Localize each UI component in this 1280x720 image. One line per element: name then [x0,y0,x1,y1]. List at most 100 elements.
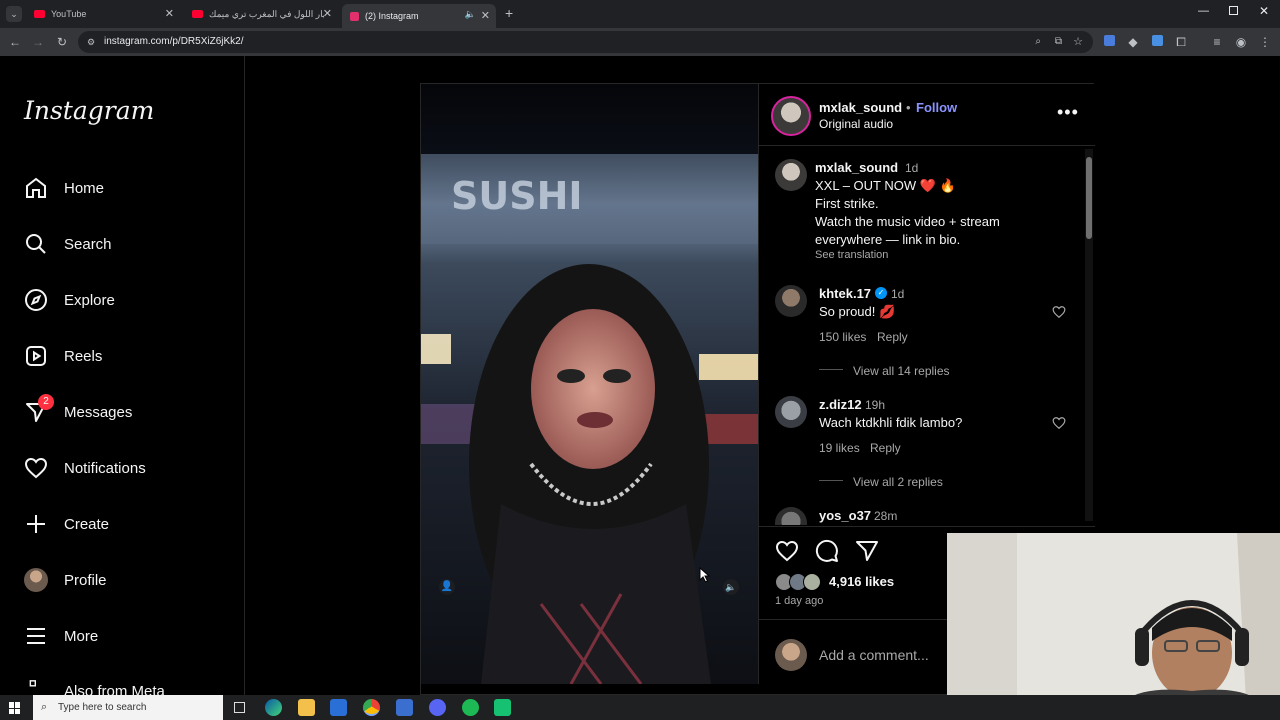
compass-icon [25,289,47,311]
comment-time: 19h [865,398,886,412]
edge-icon[interactable] [265,699,282,716]
nav-profile[interactable]: Profile [24,566,107,594]
nav-label: Explore [64,291,115,309]
diamond-extension-icon[interactable]: ◆ [1125,34,1141,50]
comment-username[interactable]: z.diz12 [819,397,862,412]
comments-scrollbar[interactable] [1085,149,1093,521]
restore-button[interactable] [1229,6,1238,15]
messenger-icon: 2 [24,394,54,424]
nav-reels[interactable]: Reels [24,342,102,370]
site-info-icon[interactable]: ⚙ [87,31,95,53]
app-icon[interactable] [396,699,413,716]
like-comment-icon[interactable] [1052,416,1066,430]
nav-label: More [64,627,99,645]
bookmark-star-icon[interactable]: ☆ [1073,31,1083,53]
comment-icon[interactable] [815,539,839,563]
comment-time: 28m [874,509,898,523]
nav-messages[interactable]: 2 Messages [24,394,132,426]
instagram-favicon-icon [350,11,359,21]
liked-by-avatars[interactable] [775,573,827,591]
add-comment-input[interactable]: Add a comment... [819,647,929,663]
chrome-icon[interactable] [363,699,380,716]
likes-count[interactable]: 4,916 likes [829,574,894,589]
user-tag-icon[interactable]: 👤 [439,579,455,595]
reload-icon[interactable]: ↻ [54,34,70,50]
nav-home[interactable]: Home [24,174,104,202]
instagram-logo[interactable]: Instagram [24,96,154,125]
reel-video[interactable]: SUSHI 👤 🔈 [421,84,758,684]
share-icon[interactable] [855,539,879,563]
tab-search-button[interactable]: ⌄ [6,6,22,22]
zoom-icon[interactable]: ⌕ [1035,31,1041,53]
menu-icon [27,628,45,644]
reply-button[interactable]: Reply [877,330,908,344]
nav-explore[interactable]: Explore [24,286,115,314]
close-icon[interactable]: ✕ [323,7,332,20]
nav-notifications[interactable]: Notifications [24,454,146,482]
reply-button[interactable]: Reply [870,441,901,455]
screen-extension-icon[interactable] [1149,34,1165,50]
view-replies-button[interactable]: View all 2 replies [853,475,943,489]
nav-label: Profile [64,571,107,589]
comment-likes[interactable]: 19 likes [819,441,860,455]
spotify-icon[interactable] [462,699,479,716]
nav-label: Notifications [64,459,146,477]
back-icon[interactable]: ← [7,34,23,50]
author-avatar[interactable] [771,96,811,136]
taskbar-search-placeholder: Type here to search [58,702,147,713]
speaker-icon[interactable]: 🔈 [465,9,476,20]
view-replies-button[interactable]: View all 14 replies [853,364,950,378]
minimize-button[interactable]: — [1198,5,1209,17]
more-options-icon[interactable]: ••• [1057,102,1079,123]
comment-username[interactable]: yos_o37 [819,508,871,523]
like-comment-icon[interactable] [1052,305,1066,319]
original-audio-link[interactable]: Original audio [819,117,893,131]
close-window-button[interactable]: ✕ [1259,4,1269,18]
comment-avatar[interactable] [775,396,807,428]
nav-create[interactable]: Create [24,510,109,538]
reels-icon [26,346,46,366]
heart-icon [24,457,48,479]
profile-icon[interactable]: ◉ [1233,34,1249,50]
comment-avatar[interactable] [775,507,807,525]
scrollbar-thumb[interactable] [1086,157,1092,239]
extensions-puzzle-icon[interactable]: ⧠ [1173,34,1189,50]
close-icon[interactable]: ✕ [481,9,490,22]
file-explorer-icon[interactable] [298,699,315,716]
post-date[interactable]: 1 day ago [775,595,823,607]
like-icon[interactable] [775,539,799,563]
close-icon[interactable]: ✕ [165,7,174,20]
verified-badge-icon: ✓ [875,287,887,299]
browser-toolbar: ← → ↻ ⚙ instagram.com/p/DR5XiZ6jKk2/ ⌕ ⧉… [0,28,1280,56]
comment-username[interactable]: khtek.17 [819,286,871,301]
author-username[interactable]: mxlak_sound [819,100,902,115]
new-tab-button[interactable]: + [505,5,513,21]
address-bar[interactable]: ⚙ instagram.com/p/DR5XiZ6jKk2/ ⌕ ⧉ ☆ [78,31,1093,53]
translate-extension-icon[interactable] [1101,34,1117,50]
nav-also-from-meta[interactable]: Also from Meta [24,678,165,695]
taskbar-search[interactable]: ⌕ Type here to search [33,695,223,720]
kebab-menu-icon[interactable]: ⋮ [1257,34,1273,50]
comment-avatar[interactable] [775,285,807,317]
caption-username[interactable]: mxlak_sound [815,160,898,175]
discord-icon[interactable] [429,699,446,716]
nav-more[interactable]: More [24,622,98,650]
tab-youtube-2[interactable]: نهار اللول في المغرب تري ميمك... ✕ [184,4,338,24]
follow-button[interactable]: Follow [916,100,957,115]
tab-youtube[interactable]: YouTube ✕ [26,4,180,24]
comment-likes[interactable]: 150 likes [819,330,866,344]
start-button[interactable] [9,702,21,714]
media-control-icon[interactable]: ≡ [1209,34,1225,50]
store-icon[interactable] [330,699,347,716]
caption-avatar[interactable] [775,159,807,191]
see-translation-link[interactable]: See translation [815,249,888,261]
replies-divider [819,369,843,370]
task-view-icon[interactable] [234,702,245,713]
tab-instagram[interactable]: (2) Instagram 🔈 ✕ [342,4,496,28]
mute-icon[interactable]: 🔈 [723,579,739,595]
install-icon[interactable]: ⧉ [1055,31,1062,53]
forward-icon[interactable]: → [30,34,46,50]
nav-search[interactable]: Search [24,230,112,258]
post-header: mxlak_sound • Follow Original audio ••• [759,84,1095,146]
app-icon-green[interactable] [494,699,511,716]
